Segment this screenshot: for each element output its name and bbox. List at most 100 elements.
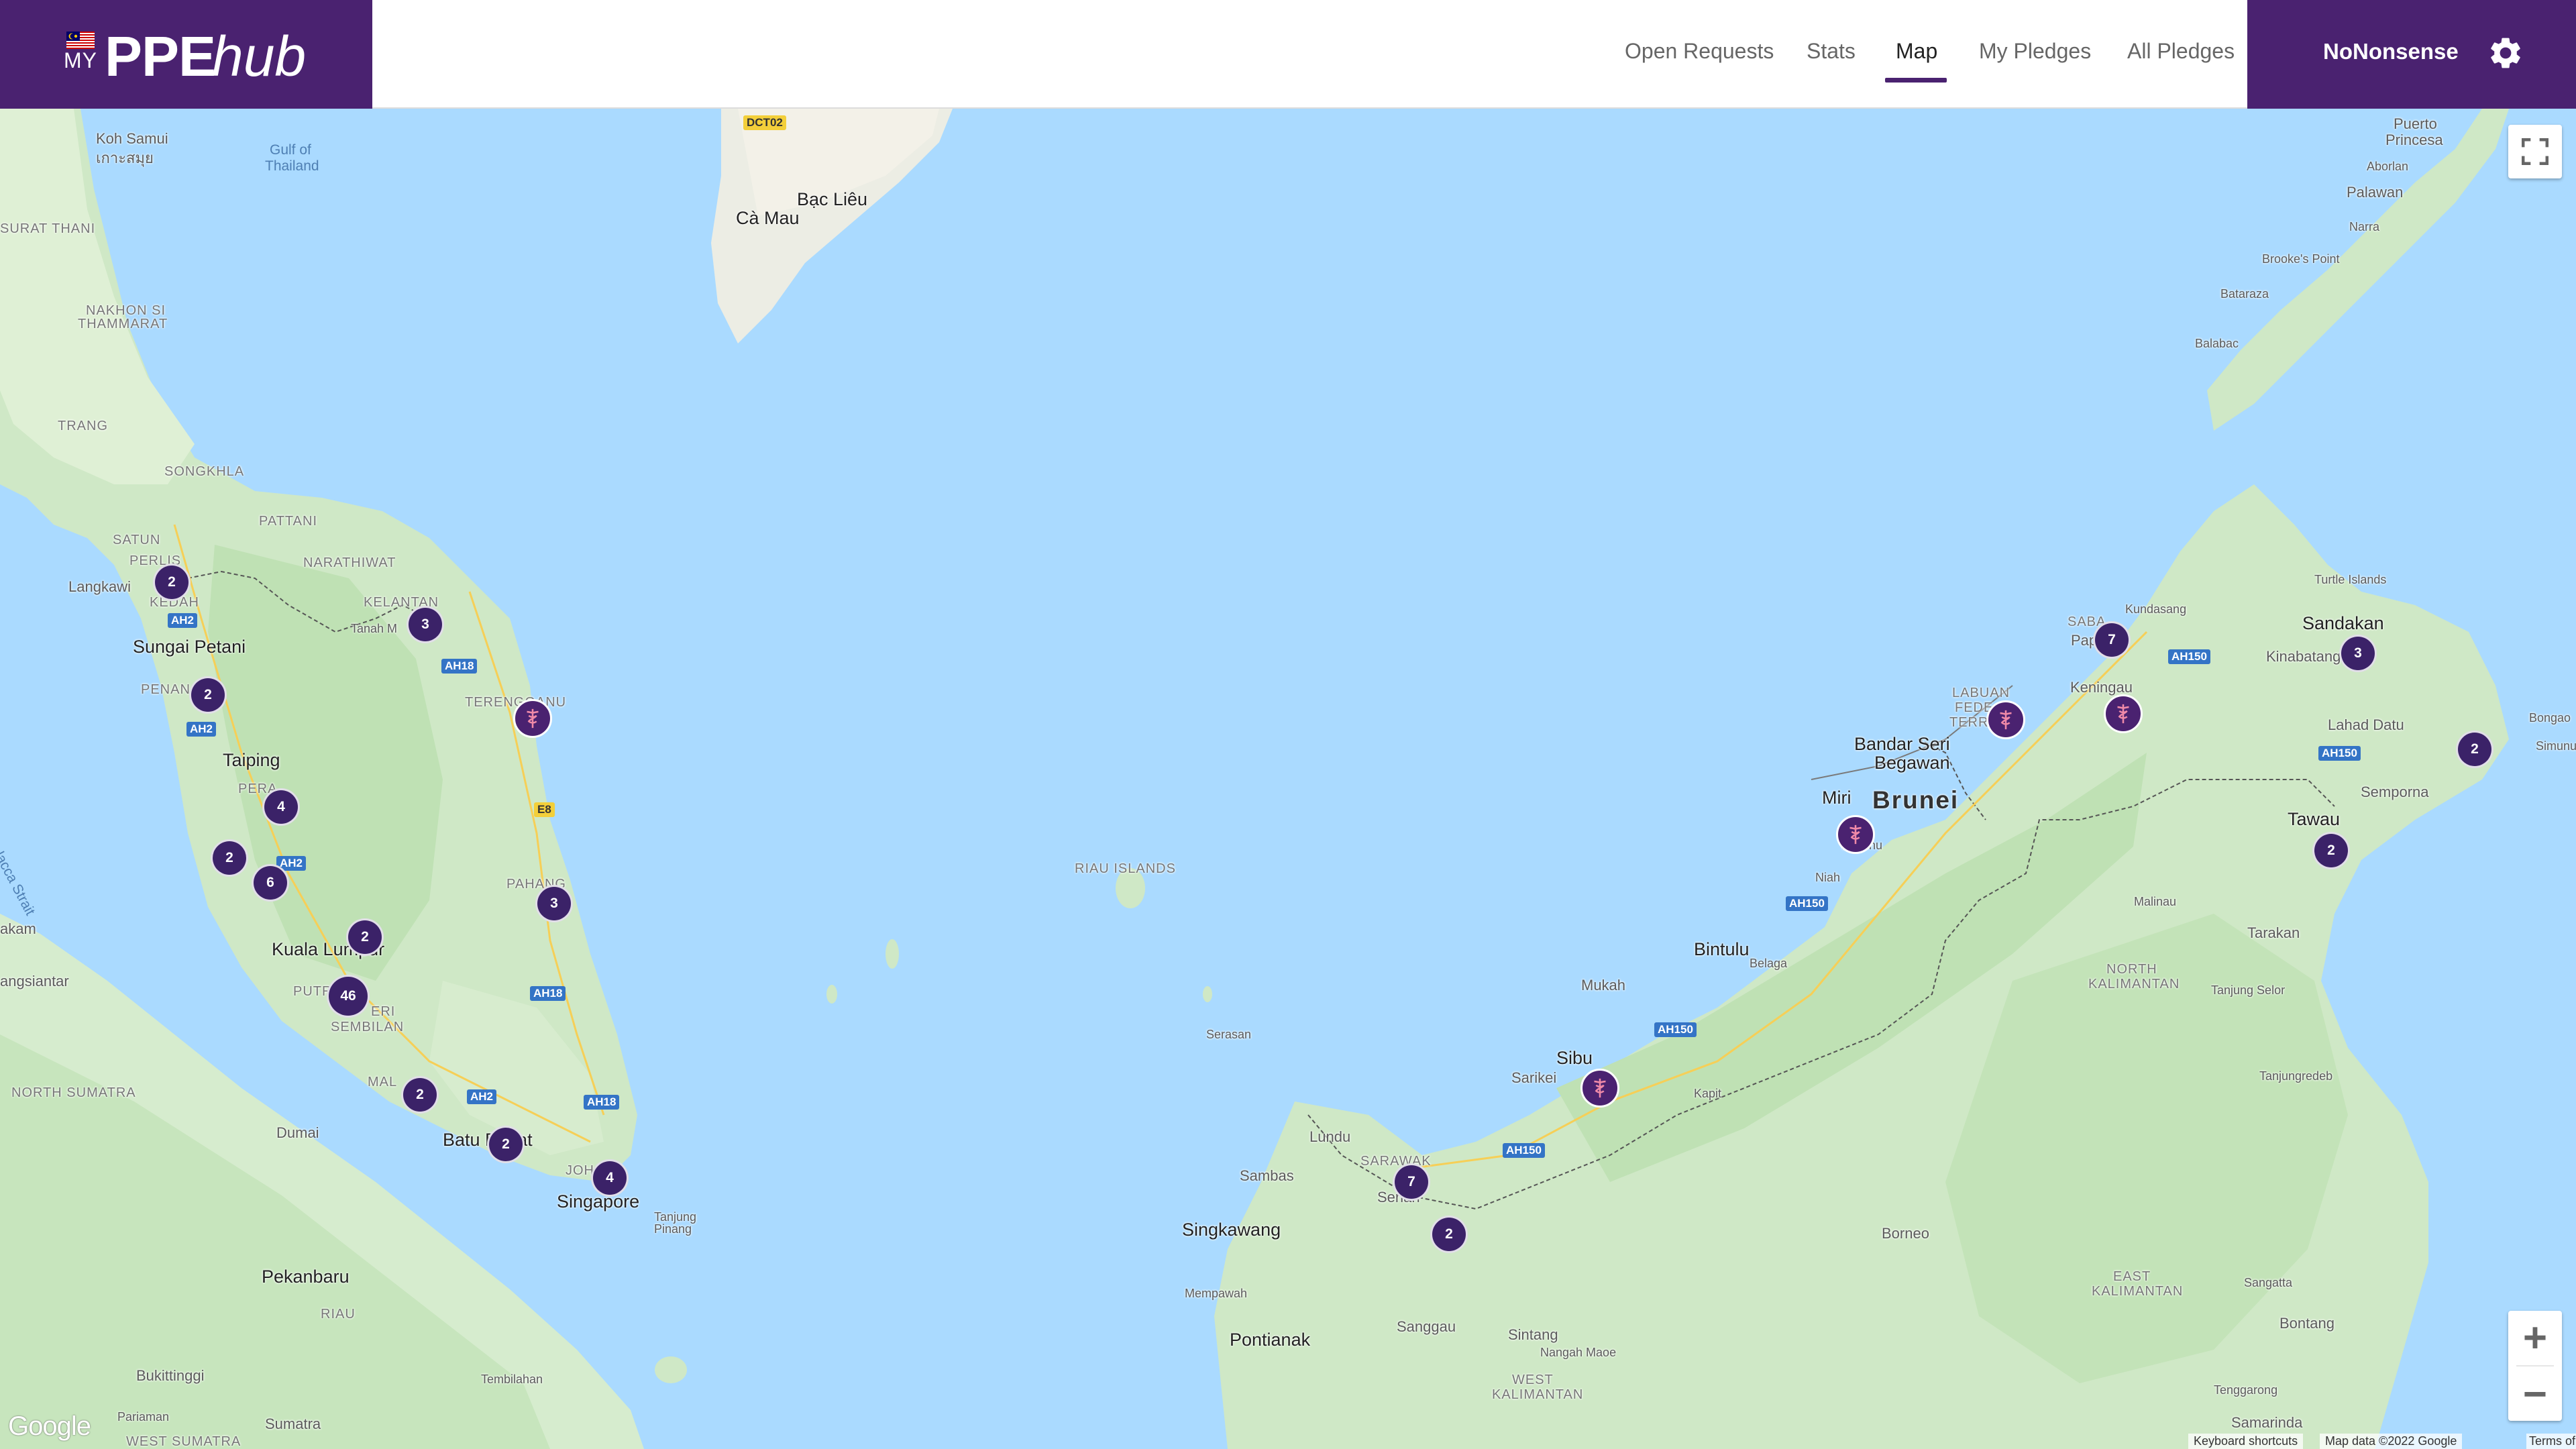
map-cluster-marker[interactable]: 2: [1430, 1216, 1468, 1253]
map-canvas[interactable]: Koh Samui เกาะสมุย Gulf of Thailand SURA…: [0, 109, 2576, 1449]
highway-shield: AH150: [1654, 1022, 1697, 1037]
highway-shield: AH150: [1786, 896, 1828, 911]
keyboard-shortcuts-link[interactable]: Keyboard shortcuts: [2188, 1434, 2304, 1449]
caduceus-icon: [2000, 710, 2012, 730]
map-cluster-marker[interactable]: 4: [591, 1159, 629, 1197]
place-label: Miri: [1822, 788, 1851, 808]
place-label: Mempawah: [1185, 1287, 1248, 1300]
region-label: NARATHIWAT: [303, 555, 396, 570]
map-cluster-marker[interactable]: 4: [262, 788, 300, 826]
map-cluster-marker[interactable]: 3: [535, 885, 573, 922]
place-label: Sumatra: [265, 1415, 321, 1432]
highway-shield: AH2: [186, 722, 217, 737]
map-cluster-marker[interactable]: 2: [2456, 731, 2493, 768]
highway-shield: AH18: [584, 1095, 620, 1110]
gear-icon[interactable]: [2487, 34, 2524, 72]
map-request-marker[interactable]: [1580, 1069, 1619, 1108]
place-label: Tawau: [2288, 809, 2341, 829]
zoom-out-button[interactable]: −: [2508, 1367, 2562, 1421]
map-cluster-marker[interactable]: 2: [401, 1076, 439, 1114]
google-logo[interactable]: Google: [8, 1411, 91, 1442]
map-request-marker[interactable]: [1986, 700, 2025, 739]
brand-logo[interactable]: MY PPE hub: [0, 0, 372, 109]
place-label: Sarikei: [1511, 1069, 1557, 1086]
map-cluster-marker[interactable]: 2: [2312, 832, 2350, 869]
region-label: NORTH SUMATRA: [11, 1085, 136, 1100]
map-cluster-marker[interactable]: 2: [346, 918, 384, 956]
map-cluster-marker[interactable]: 2: [153, 564, 191, 601]
place-label: Kapit: [1694, 1087, 1722, 1100]
highway-shield: DCT02: [743, 115, 786, 130]
logo-prefix: MY: [64, 48, 97, 72]
place-label: akam: [0, 920, 36, 937]
region-label: WEST SUMATRA: [126, 1434, 241, 1449]
sea-label: Gulf of: [270, 142, 311, 158]
place-label: Tembilahan: [481, 1373, 543, 1386]
highway-shield: AH18: [530, 986, 566, 1001]
fullscreen-icon: [2522, 138, 2548, 165]
highway-shield: AH2: [168, 613, 198, 628]
region-label: NORTH: [2106, 962, 2157, 977]
place-label: Kundasang: [2125, 602, 2187, 616]
terms-of-use-link[interactable]: Terms of Use: [2526, 1434, 2576, 1449]
logo-main: PPE: [105, 25, 216, 88]
region-label: MAL: [368, 1075, 398, 1089]
region-label: KALIMANTAN: [1492, 1387, 1584, 1402]
place-label: Kinabatang: [2266, 648, 2341, 665]
region-label: JOH: [566, 1163, 594, 1178]
user-menu[interactable]: NoNonsense: [2247, 0, 2576, 109]
map-cluster-marker[interactable]: 7: [1393, 1163, 1430, 1201]
nav-stats[interactable]: Stats: [1807, 39, 1856, 64]
region-label: KALIMANTAN: [2092, 1284, 2184, 1299]
place-label: Sungai Petani: [133, 637, 246, 657]
map-cluster-marker[interactable]: 2: [211, 839, 248, 877]
fullscreen-button[interactable]: [2508, 125, 2562, 178]
map-cluster-marker[interactable]: 7: [2093, 621, 2131, 659]
region-label: EAST: [2113, 1269, 2151, 1284]
place-label: Palawan: [2347, 184, 2404, 201]
map-request-marker[interactable]: [1836, 815, 1875, 854]
place-label: Tarakan: [2247, 924, 2300, 941]
place-label: Brooke's Point: [2262, 252, 2340, 266]
map-cluster-marker[interactable]: 3: [2339, 635, 2377, 672]
place-label: Balabac: [2195, 337, 2239, 350]
zoom-in-button[interactable]: +: [2508, 1311, 2562, 1364]
map-cluster-marker[interactable]: 6: [252, 864, 289, 902]
map-cluster-marker[interactable]: 3: [407, 606, 444, 643]
map-cluster-marker[interactable]: 2: [189, 676, 227, 714]
map-cluster-marker[interactable]: 2: [487, 1126, 525, 1163]
place-label: Bataraza: [2220, 287, 2269, 301]
nav-map[interactable]: Map: [1896, 39, 1937, 64]
place-label: Niah: [1815, 871, 1841, 884]
place-label: Pontianak: [1230, 1330, 1311, 1350]
map-cluster-marker[interactable]: 46: [327, 975, 370, 1018]
malaysia-flag-icon: [66, 32, 95, 49]
place-label: Sibu: [1556, 1048, 1593, 1068]
place-label: Bongao: [2529, 711, 2571, 724]
region-label: TERR: [1949, 715, 1989, 730]
nav-open-requests[interactable]: Open Requests: [1625, 39, 1774, 64]
map-request-marker[interactable]: [513, 699, 552, 738]
place-label: Simunul: [2536, 739, 2576, 753]
place-label: Samarinda: [2231, 1414, 2303, 1431]
map-request-marker[interactable]: [2104, 694, 2143, 733]
place-label: Semporna: [2361, 784, 2429, 800]
country-label-brunei: Brunei: [1872, 786, 1960, 814]
caduceus-icon: [1594, 1078, 1606, 1098]
place-label: Bontang: [2279, 1315, 2334, 1332]
place-label: Lundu: [1309, 1128, 1351, 1145]
nav-my-pledges[interactable]: My Pledges: [1979, 39, 2091, 64]
region-label: RIAU: [321, 1307, 356, 1322]
place-label: Begawan: [1874, 753, 1950, 773]
place-label: Narra: [2349, 220, 2380, 233]
place-label: Langkawi: [68, 578, 131, 595]
region-label: SONGKHLA: [164, 464, 245, 479]
place-label: Singkawang: [1182, 1220, 1281, 1240]
region-label: ERI: [371, 1004, 396, 1019]
logo-suffix: hub: [212, 25, 307, 88]
place-label: Taiping: [223, 750, 280, 770]
nav-all-pledges[interactable]: All Pledges: [2127, 39, 2235, 64]
highway-shield: AH2: [467, 1089, 497, 1104]
region-label: LABUAN: [1952, 686, 2010, 700]
region-label: SEMBILAN: [331, 1020, 405, 1034]
